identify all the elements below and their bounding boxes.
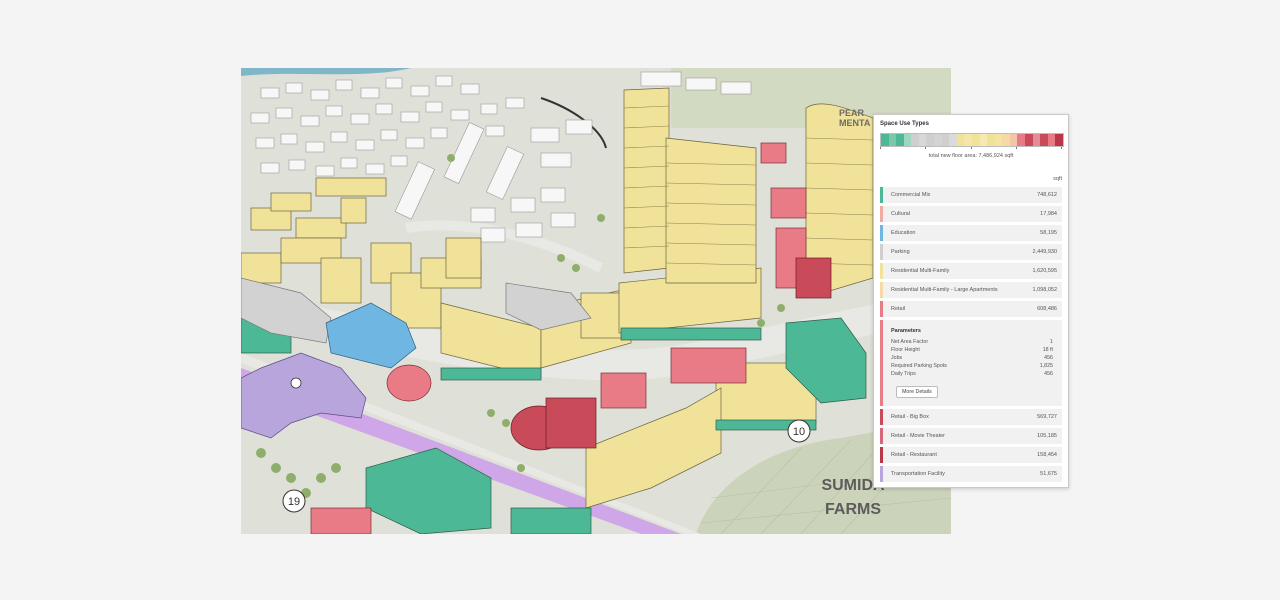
row-name: Education	[891, 230, 916, 236]
row-name: Cultural	[891, 211, 910, 217]
place-label-top-1: PEAR	[839, 108, 865, 118]
colorbar-segment	[903, 134, 912, 146]
space-use-row[interactable]: Retail - Movie Theater 105,185	[880, 428, 1062, 444]
parameter-label: Daily Trips	[891, 371, 916, 377]
place-label-farms: FARMS	[825, 501, 881, 518]
colorbar-segment	[956, 134, 965, 146]
unit-label: sqft	[1053, 176, 1062, 182]
colorbar-segment	[1040, 134, 1048, 146]
colorbar-segment	[949, 134, 957, 146]
space-use-row[interactable]: Commercial Mix 748,612	[880, 187, 1062, 203]
colorbar-segment	[1047, 134, 1056, 146]
parameter-value: 456	[1044, 371, 1053, 377]
place-label-top-2: MENTA	[839, 118, 871, 128]
space-use-row[interactable]: Parking 2,449,930	[880, 244, 1062, 260]
city-map-view[interactable]: 10 19 SUMIDA FARMS PEAR MENTA	[241, 68, 951, 534]
colorbar-segment	[1017, 134, 1025, 146]
marker-19-label: 19	[288, 496, 300, 508]
tower-1	[623, 87, 670, 274]
colorbar-ticks	[880, 147, 1062, 151]
map-canvas[interactable]: 10 19 SUMIDA FARMS PEAR MENTA	[241, 68, 951, 534]
colorbar-segment	[1055, 134, 1063, 146]
space-use-colorbar	[880, 133, 1064, 147]
marker-10-label: 10	[793, 426, 805, 438]
parameter-label: Required Parking Spots	[891, 363, 947, 369]
colorbar-segment	[1009, 134, 1018, 146]
colorbar-segment	[881, 134, 889, 146]
space-use-row[interactable]: Residential Multi-Family - Large Apartme…	[880, 282, 1062, 298]
colorbar-segment	[918, 134, 927, 146]
colorbar-segment	[979, 134, 988, 146]
parameters-list: Net Area Factor 1 Floor Height 18 ft Jobs 456…	[891, 339, 1053, 379]
row-value: 608,486	[1037, 306, 1057, 312]
colorbar-segment	[971, 134, 980, 146]
space-use-row[interactable]: Residential Multi-Family 1,620,595	[880, 263, 1062, 279]
parameter-row: Net Area Factor 1	[891, 339, 1053, 347]
parameter-row: Daily Trips 456	[891, 371, 1053, 379]
parameter-row: Required Parking Spots 1,825	[891, 363, 1053, 371]
parameters-title: Parameters	[891, 328, 921, 334]
retail-parameters: Parameters Net Area Factor 1 Floor Height 18…	[880, 320, 1062, 406]
transit-icon[interactable]	[290, 377, 302, 389]
colorbar-segment	[994, 134, 1003, 146]
row-name: Transportation Facility	[891, 471, 945, 477]
colorbar-segment	[1002, 134, 1010, 146]
row-value: 51,675	[1040, 471, 1057, 477]
parameter-label: Floor Height	[891, 347, 920, 353]
space-use-row[interactable]: Transportation Facility 51,675	[880, 466, 1062, 482]
parameter-value: 18 ft	[1042, 347, 1053, 353]
row-name: Retail - Restaurant	[891, 452, 937, 458]
row-name: Retail - Big Box	[891, 414, 929, 420]
parameter-value: 456	[1044, 355, 1053, 361]
colorbar-segment	[1024, 134, 1033, 146]
parameter-label: Net Area Factor	[891, 339, 929, 345]
row-value: 105,185	[1037, 433, 1057, 439]
colorbar-segment	[911, 134, 919, 146]
colorbar-segment	[926, 134, 935, 146]
space-use-row[interactable]: Retail - Big Box 569,727	[880, 409, 1062, 425]
colorbar-segment	[896, 134, 904, 146]
colorbar-segment	[964, 134, 972, 146]
row-name: Parking	[891, 249, 910, 255]
row-name: Residential Multi-Family	[891, 268, 950, 274]
row-value: 1,098,052	[1032, 287, 1057, 293]
colorbar-segment	[987, 134, 995, 146]
space-use-row[interactable]: Cultural 17,984	[880, 206, 1062, 222]
row-name: Retail	[891, 306, 906, 312]
colorbar-segment	[888, 134, 897, 146]
parameter-value: 1	[1050, 339, 1053, 345]
total-floor-area: total new floor area: 7,486,924 sqft	[928, 153, 1014, 159]
row-value: 748,612	[1037, 192, 1057, 198]
row-value: 2,449,930	[1032, 249, 1057, 255]
space-use-panel: Space Use Types total new floor area: 7,…	[873, 114, 1069, 488]
row-name: Commercial Mix	[891, 192, 931, 198]
parameter-row: Jobs 456	[891, 355, 1053, 363]
tower-2	[665, 137, 757, 284]
row-value: 17,984	[1040, 211, 1057, 217]
colorbar-segment	[1032, 134, 1041, 146]
space-use-row[interactable]: Education 58,195	[880, 225, 1062, 241]
parameter-label: Jobs	[891, 355, 903, 361]
row-name: Retail - Movie Theater	[891, 433, 946, 439]
row-value: 569,727	[1037, 414, 1057, 420]
row-value: 1,620,595	[1032, 268, 1057, 274]
colorbar-segment	[941, 134, 950, 146]
row-name: Residential Multi-Family - Large Apartme…	[891, 287, 998, 293]
row-value: 58,195	[1040, 230, 1057, 236]
space-use-row[interactable]: Retail - Restaurant 158,454	[880, 447, 1062, 463]
panel-title: Space Use Types	[880, 121, 929, 127]
space-use-row[interactable]: Retail 608,486	[880, 301, 1062, 317]
parameter-row: Floor Height 18 ft	[891, 347, 1053, 355]
more-details-button[interactable]: More Details	[896, 386, 938, 398]
space-use-list: Commercial Mix 748,612 Cultural 17,984 Educa…	[880, 187, 1062, 485]
colorbar-segment	[934, 134, 942, 146]
parameter-value: 1,825	[1039, 363, 1053, 369]
row-value: 158,454	[1037, 452, 1057, 458]
